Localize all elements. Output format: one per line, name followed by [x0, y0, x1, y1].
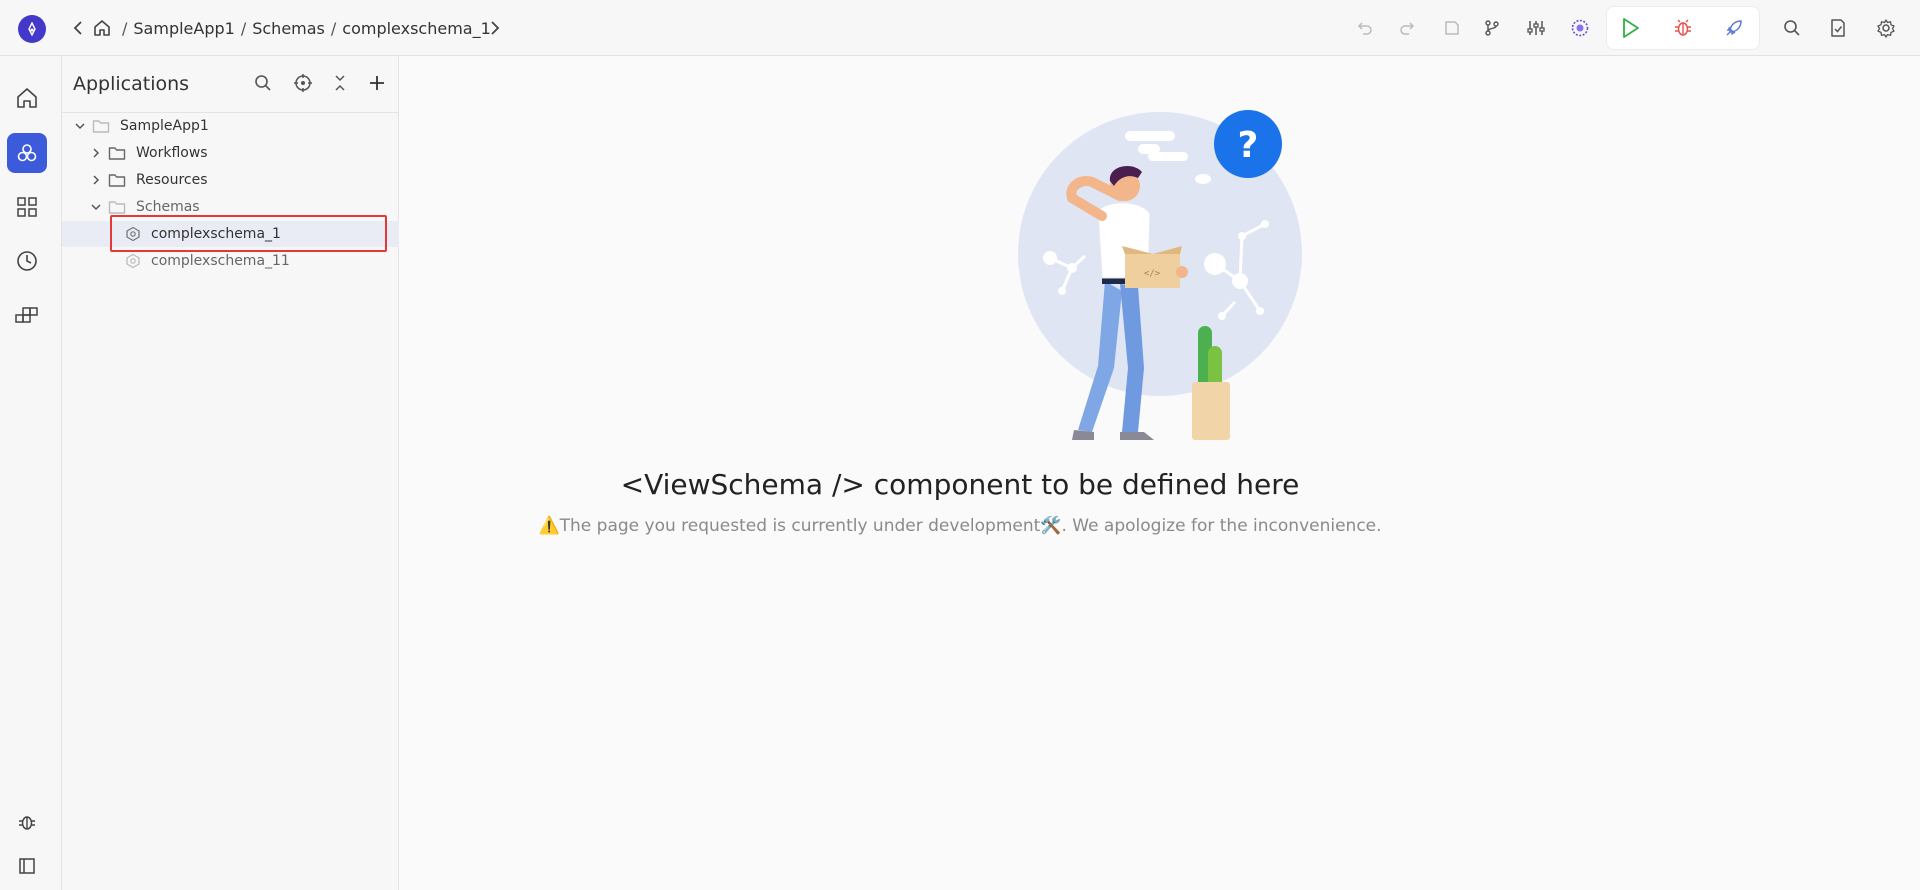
folder-icon	[108, 171, 126, 189]
breadcrumb-item-app[interactable]: SampleApp1	[133, 19, 234, 38]
deploy-icon[interactable]	[1722, 16, 1746, 40]
branch-icon[interactable]	[1480, 16, 1504, 40]
components-icon[interactable]	[7, 295, 47, 335]
svg-text:</>: </>	[1144, 269, 1161, 279]
chevron-down-icon[interactable]	[90, 201, 102, 213]
sliders-icon[interactable]	[1524, 16, 1548, 40]
tree-item-label: SampleApp1	[120, 118, 209, 134]
breadcrumb-separator: /	[330, 18, 337, 38]
under-construction-illustration: ? </>	[1018, 110, 1302, 440]
layout-icon[interactable]	[7, 846, 47, 886]
page-subtitle: ⚠️The page you requested is currently un…	[0, 516, 1920, 536]
breadcrumb-item-schema[interactable]: complexschema_1	[342, 19, 491, 38]
forward-icon[interactable]	[487, 17, 503, 39]
home-icon[interactable]	[7, 78, 47, 118]
app-logo[interactable]	[18, 15, 46, 43]
search-icon[interactable]	[251, 71, 275, 95]
warning-icon: ⚠️	[538, 516, 560, 536]
subtitle-text-end: . We apologize for the inconvenience.	[1061, 516, 1382, 536]
breadcrumb-separator: /	[122, 18, 128, 38]
settings-icon[interactable]	[1874, 16, 1898, 40]
ai-icon[interactable]	[1568, 16, 1592, 40]
collapse-all-icon[interactable]	[328, 71, 352, 95]
selection-highlight	[110, 215, 387, 252]
undo-icon[interactable]	[1352, 16, 1376, 40]
run-icon[interactable]	[1618, 16, 1642, 40]
bug-icon[interactable]	[7, 802, 47, 842]
folder-icon	[108, 198, 126, 216]
breadcrumb-item-schemas[interactable]: Schemas	[252, 19, 325, 38]
tree-item-workflows[interactable]: Workflows	[62, 140, 399, 166]
locate-icon[interactable]	[291, 71, 315, 95]
subtitle-text: The page you requested is currently unde…	[559, 516, 1041, 536]
tree-item-label: complexschema_11	[151, 253, 290, 269]
history-icon[interactable]	[7, 241, 47, 281]
checklist-icon[interactable]	[1826, 16, 1850, 40]
back-icon[interactable]	[70, 17, 86, 39]
panel-title: Applications	[73, 73, 190, 95]
tree-item-sampleapp1[interactable]: SampleApp1	[62, 113, 399, 139]
folder-icon	[92, 117, 110, 135]
redo-icon[interactable]	[1396, 16, 1420, 40]
chevron-right-icon[interactable]	[90, 147, 102, 159]
page-title: <ViewSchema /> component to be defined h…	[620, 468, 1300, 501]
save-icon[interactable]	[1440, 16, 1464, 40]
dashboard-icon[interactable]	[7, 187, 47, 227]
folder-icon	[108, 144, 126, 162]
search-icon[interactable]	[1780, 16, 1804, 40]
tree-item-label: Resources	[136, 172, 208, 188]
breadcrumb-separator: /	[240, 18, 247, 38]
svg-text:?: ?	[1238, 125, 1259, 166]
schema-icon	[124, 252, 142, 270]
home-icon[interactable]	[91, 17, 113, 39]
tree-item-label: Workflows	[136, 145, 208, 161]
top-bar: / SampleApp1 / Schemas / complexschema_1	[0, 0, 1920, 56]
breadcrumb: / SampleApp1 / Schemas / complexschema_1	[116, 17, 491, 39]
tree-item-resources[interactable]: Resources	[62, 167, 399, 193]
tree-item-label: Schemas	[136, 199, 200, 215]
tools-icon: 🛠️	[1040, 516, 1062, 536]
debug-icon[interactable]	[1671, 16, 1695, 40]
add-icon[interactable]	[365, 71, 389, 95]
applications-icon[interactable]	[7, 133, 47, 173]
chevron-down-icon[interactable]	[74, 120, 86, 132]
chevron-right-icon[interactable]	[90, 174, 102, 186]
